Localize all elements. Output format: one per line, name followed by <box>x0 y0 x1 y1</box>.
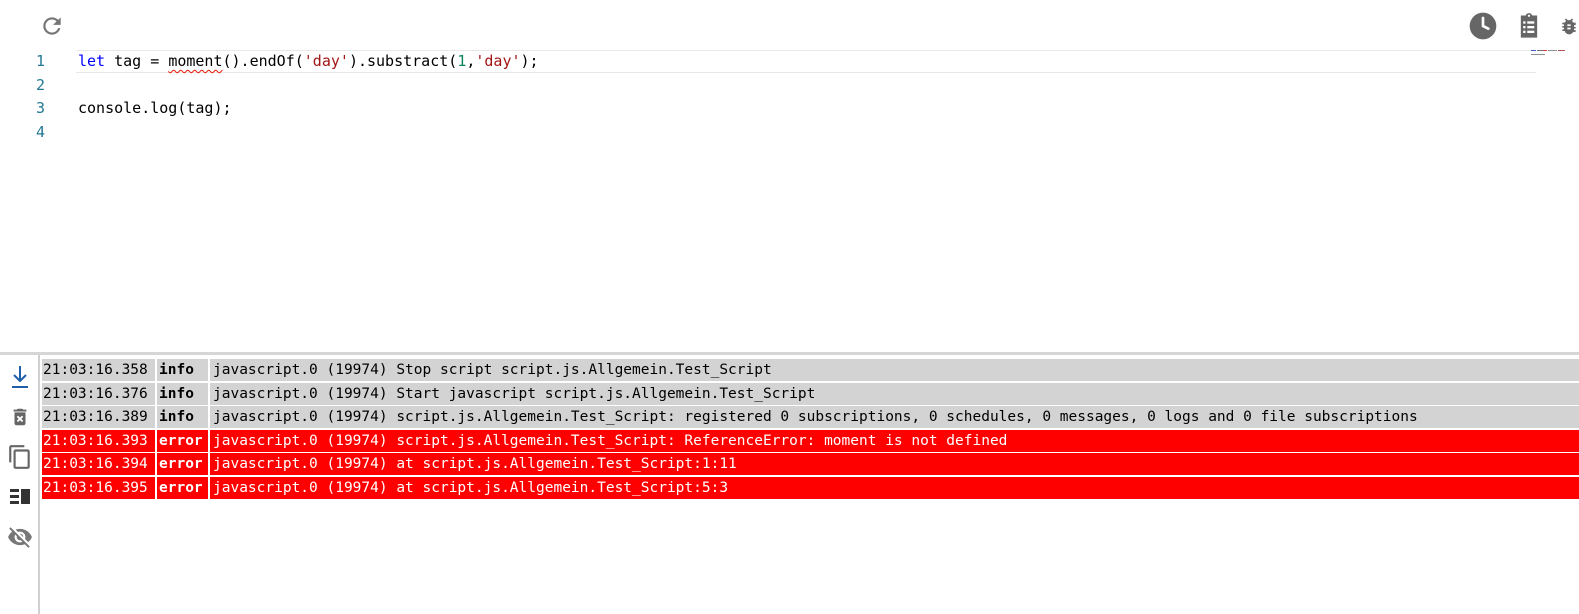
log-time: 21:03:16.393 <box>42 429 155 452</box>
minimap[interactable] <box>1531 50 1567 56</box>
log-row[interactable]: 21:03:16.376 info javascript.0 (19974) S… <box>42 382 1579 405</box>
log-severity: error <box>157 476 208 499</box>
log-toolbar <box>0 355 40 614</box>
columns-icon[interactable] <box>4 481 36 513</box>
log-panel: 21:03:16.358 info javascript.0 (19974) S… <box>0 352 1579 614</box>
log-severity: info <box>157 406 208 428</box>
line-number: 3 <box>35 99 45 117</box>
log-message: javascript.0 (19974) at script.js.Allgem… <box>210 476 1579 499</box>
script-editor-window: 1 let tag = moment().endOf('day').substr… <box>0 0 1579 614</box>
clipboard-list-icon[interactable] <box>1513 10 1545 42</box>
copy-icon[interactable] <box>4 441 36 473</box>
log-time: 21:03:16.376 <box>42 382 155 405</box>
top-right-toolbar <box>1467 8 1579 44</box>
log-message: javascript.0 (19974) at script.js.Allgem… <box>210 453 1579 475</box>
log-severity: error <box>157 453 208 475</box>
keyword-let: let <box>78 52 106 70</box>
hide-icon[interactable] <box>4 521 36 553</box>
clock-icon[interactable] <box>1467 10 1499 42</box>
refresh-icon[interactable] <box>36 10 68 42</box>
log-message: javascript.0 (19974) script.js.Allgemein… <box>210 406 1579 428</box>
log-time: 21:03:16.394 <box>42 453 155 475</box>
log-time: 21:03:16.389 <box>42 406 155 428</box>
log-table: 21:03:16.358 info javascript.0 (19974) S… <box>42 359 1579 500</box>
log-message: javascript.0 (19974) Start javascript sc… <box>210 382 1579 405</box>
line-number: 4 <box>35 122 45 141</box>
bug-icon[interactable] <box>1559 10 1579 42</box>
log-row[interactable]: 21:03:16.394 error javascript.0 (19974) … <box>42 453 1579 475</box>
log-row[interactable]: 21:03:16.395 error javascript.0 (19974) … <box>42 476 1579 499</box>
log-time: 21:03:16.395 <box>42 476 155 499</box>
log-message: javascript.0 (19974) Stop script script.… <box>210 359 1579 381</box>
code-line-1[interactable]: let tag = moment().endOf('day').substrac… <box>78 50 539 73</box>
log-severity: error <box>157 429 208 452</box>
delete-icon[interactable] <box>4 401 36 433</box>
log-severity: info <box>157 359 208 381</box>
log-severity: info <box>157 382 208 405</box>
scroll-to-bottom-icon[interactable] <box>4 361 36 393</box>
log-message: javascript.0 (19974) script.js.Allgemein… <box>210 429 1579 452</box>
log-row[interactable]: 21:03:16.393 error javascript.0 (19974) … <box>42 429 1579 452</box>
log-row[interactable]: 21:03:16.389 info javascript.0 (19974) s… <box>42 406 1579 428</box>
line-number: 1 <box>35 52 45 70</box>
log-row[interactable]: 21:03:16.358 info javascript.0 (19974) S… <box>42 359 1579 381</box>
error-token: moment <box>168 52 223 70</box>
log-time: 21:03:16.358 <box>42 359 155 381</box>
line-number: 2 <box>35 75 45 94</box>
code-editor[interactable]: 1 let tag = moment().endOf('day').substr… <box>0 50 1579 350</box>
code-line-3[interactable]: console.log(tag); <box>78 97 232 120</box>
